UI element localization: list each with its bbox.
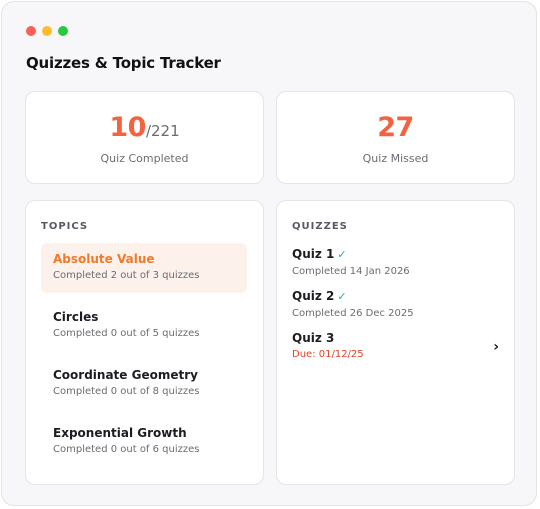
maximize-window-button[interactable]	[58, 26, 68, 36]
topic-progress: Completed 0 out of 6 quizzes	[53, 444, 200, 455]
quiz-status: Completed 14 Jan 2026	[292, 266, 410, 277]
check-icon: ✓	[337, 290, 347, 303]
topic-progress: Completed 0 out of 5 quizzes	[53, 328, 200, 339]
quiz-completed-card: 10/221 Quiz Completed	[25, 91, 264, 184]
quiz-name: Quiz 1	[292, 247, 335, 261]
topic-item-circles[interactable]: Circles Completed 0 out of 5 quizzes	[41, 301, 247, 351]
quiz-completed-label: Quiz Completed	[100, 152, 189, 165]
check-icon: ✓	[337, 248, 347, 261]
topic-item-absolute-value[interactable]: Absolute Value Completed 2 out of 3 quiz…	[41, 243, 247, 293]
page-title: Quizzes & Topic Tracker	[26, 54, 221, 72]
completed-total: /221	[145, 122, 180, 140]
topic-item-coordinate-geometry[interactable]: Coordinate Geometry Completed 0 out of 8…	[41, 359, 247, 409]
quiz-missed-card: 27 Quiz Missed	[276, 91, 515, 184]
quiz-name: Quiz 3	[292, 331, 335, 345]
quiz-missed-value: 27	[277, 112, 514, 143]
topic-name: Circles	[53, 310, 99, 324]
close-window-button[interactable]	[26, 26, 36, 36]
topics-panel: TOPICS Absolute Value Completed 2 out of…	[25, 200, 264, 485]
quiz-completed-value: 10/221	[26, 112, 263, 143]
quizzes-panel: QUIZZES Quiz 1 ✓ Completed 14 Jan 2026 Qu…	[276, 200, 515, 485]
quiz-due-date: Due: 01/12/25	[292, 349, 364, 360]
quiz-missed-label: Quiz Missed	[362, 152, 429, 165]
app-window: Quizzes & Topic Tracker 10/221 Quiz Comp…	[1, 1, 537, 506]
quiz-status: Completed 26 Dec 2025	[292, 308, 414, 319]
quiz-name-row: Quiz 1 ✓	[292, 246, 502, 263]
minimize-window-button[interactable]	[42, 26, 52, 36]
topic-name: Coordinate Geometry	[53, 368, 198, 382]
window-controls	[26, 26, 68, 36]
quiz-item-1[interactable]: Quiz 1 ✓ Completed 14 Jan 2026	[292, 246, 502, 277]
topic-name: Absolute Value	[53, 252, 155, 266]
quiz-name: Quiz 2	[292, 289, 335, 303]
topic-progress: Completed 0 out of 8 quizzes	[53, 386, 200, 397]
quiz-item-2[interactable]: Quiz 2 ✓ Completed 26 Dec 2025	[292, 288, 502, 319]
topic-item-exponential-growth[interactable]: Exponential Growth Completed 0 out of 6 …	[41, 417, 247, 467]
chevron-right-icon[interactable]: ›	[493, 339, 499, 355]
completed-count: 10	[109, 112, 146, 143]
missed-count: 27	[377, 112, 414, 143]
topic-name: Exponential Growth	[53, 426, 187, 440]
topic-progress: Completed 2 out of 3 quizzes	[53, 270, 200, 281]
topics-heading: TOPICS	[41, 221, 89, 232]
quiz-item-3[interactable]: Quiz 3 Due: 01/12/25	[292, 330, 502, 360]
quizzes-heading: QUIZZES	[292, 221, 348, 232]
quiz-name-row: Quiz 2 ✓	[292, 288, 502, 305]
